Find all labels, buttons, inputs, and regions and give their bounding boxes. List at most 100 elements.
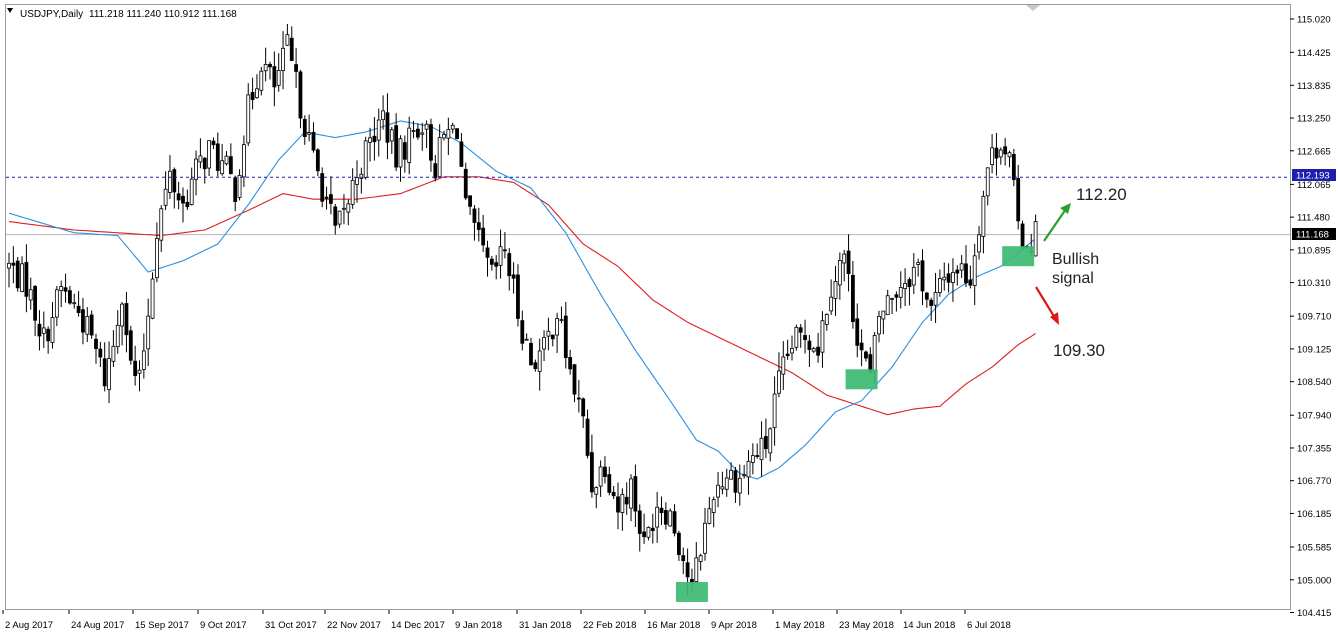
candle-body <box>546 330 551 337</box>
candle-body <box>224 155 229 165</box>
candle-body <box>411 130 416 132</box>
candle-body <box>507 253 512 277</box>
candle-body <box>381 110 386 121</box>
signal-label-line1: Bullish <box>1052 251 1099 268</box>
candle-body <box>607 474 612 493</box>
candle-body <box>407 127 412 163</box>
x-axis: 2 Aug 2017 24 Aug 2017 15 Sep 2017 9 Oct 20… <box>2 610 1011 631</box>
y-tick-label: 110.895 <box>1297 245 1331 256</box>
candle-body <box>68 290 72 304</box>
candle-body <box>920 260 925 292</box>
candle-body <box>985 167 990 197</box>
candle-body <box>398 138 403 168</box>
x-tick-label: 31 Oct 2017 <box>265 620 317 631</box>
candle-body <box>46 328 51 342</box>
candle-body <box>172 169 177 193</box>
candle-body <box>711 499 716 513</box>
candle-body <box>659 507 664 514</box>
candle-body <box>476 222 481 230</box>
candle-body <box>824 314 829 325</box>
candle <box>150 272 155 320</box>
candle-body <box>842 253 847 264</box>
candle-body <box>15 260 20 289</box>
candle-body <box>703 522 707 554</box>
candle-body <box>790 347 794 354</box>
candle-body <box>798 327 803 333</box>
candle-body <box>311 131 316 151</box>
candle-body <box>50 317 55 343</box>
candle-body <box>942 276 947 281</box>
candle-body <box>111 345 116 362</box>
candle-body <box>968 279 973 286</box>
candle-body <box>368 137 372 143</box>
candle-body <box>220 160 225 175</box>
candle-body <box>255 88 259 99</box>
plot-area <box>5 4 1291 610</box>
candle-body <box>394 125 399 168</box>
candle-body <box>624 496 629 505</box>
candle-body <box>107 358 111 390</box>
candle-body <box>185 201 190 208</box>
candle-body <box>977 234 981 253</box>
candle-body <box>655 506 660 528</box>
candle-body <box>346 203 351 213</box>
candle-body <box>63 287 68 292</box>
candle <box>15 256 20 292</box>
candle-body <box>215 143 220 171</box>
candle-body <box>141 350 146 370</box>
y-tick-label: 109.125 <box>1297 344 1331 355</box>
candle-body <box>98 348 103 358</box>
candle-body <box>168 170 172 193</box>
candle-body <box>1016 177 1021 222</box>
candle-body <box>81 309 85 333</box>
candle-body <box>459 141 464 167</box>
candle <box>455 128 459 140</box>
candle-body <box>663 510 668 525</box>
candle-body <box>642 531 646 538</box>
candle-body <box>951 272 955 283</box>
candle-body <box>342 207 346 210</box>
y-tick-label: 112.065 <box>1297 180 1331 191</box>
x-tick-label: 23 May 2018 <box>839 620 894 631</box>
price-chart: USDJPY,Daily 111.218 111.240 110.912 111… <box>2 4 1336 631</box>
candle-body <box>41 327 46 334</box>
candle-body <box>211 140 216 146</box>
dotted-level-tag: 112.193 <box>1296 171 1330 182</box>
y-tick-label: 104.415 <box>1297 608 1331 619</box>
candle-body <box>455 128 459 140</box>
candle-body <box>207 140 212 169</box>
candle-body <box>24 261 29 297</box>
candle-body <box>1007 152 1012 158</box>
candle-body <box>516 274 520 319</box>
candle-body <box>315 149 320 172</box>
candle-body <box>472 208 477 223</box>
candle-body <box>102 358 107 387</box>
candle-body <box>72 302 77 305</box>
candle-body <box>964 263 968 284</box>
candle-body <box>768 428 773 454</box>
candle-body <box>498 246 503 266</box>
candle-body <box>385 112 390 143</box>
candle-body <box>272 66 277 88</box>
candle-body <box>281 47 285 71</box>
signal-label-line2: signal <box>1052 270 1094 287</box>
candle-body <box>707 508 712 524</box>
candle-body <box>1003 146 1008 155</box>
candle-body <box>337 210 342 225</box>
candle-body <box>685 562 690 578</box>
candle-body <box>959 263 964 271</box>
candle-body <box>737 477 742 494</box>
candle-body <box>376 119 381 141</box>
candle-body <box>637 510 642 534</box>
y-tick-label: 110.310 <box>1297 278 1331 289</box>
candle-body <box>816 346 820 356</box>
candle-body <box>720 486 725 490</box>
x-tick-label: 2 Aug 2017 <box>5 620 53 631</box>
candle <box>363 136 368 180</box>
candle-body <box>772 393 777 429</box>
candle-body <box>668 510 673 527</box>
candle-body <box>859 342 864 351</box>
candle-body <box>733 470 738 493</box>
candle-body <box>603 466 607 477</box>
candle-body <box>650 527 655 532</box>
